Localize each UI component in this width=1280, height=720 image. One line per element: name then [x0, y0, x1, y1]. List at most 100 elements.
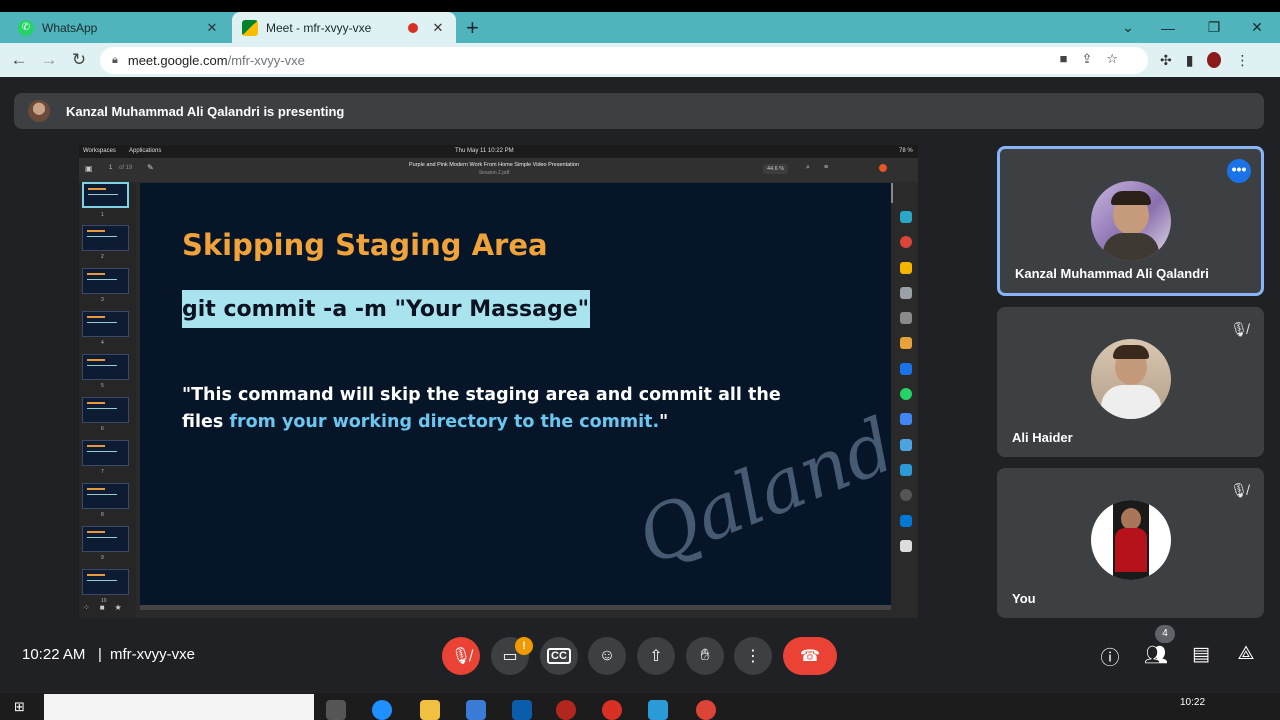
os-clock: Thu May 11 10:22 PM	[455, 148, 514, 154]
minimize-button[interactable]: —	[1148, 12, 1188, 43]
slide-thumbnail	[82, 483, 129, 509]
zoom-level: 44.6 %	[763, 164, 789, 174]
thumb-number: 1	[101, 212, 104, 218]
new-tab-button[interactable]: +	[466, 14, 479, 42]
reload-icon[interactable]: ↻	[68, 50, 90, 70]
description-end: "	[659, 412, 669, 432]
pdf-viewer-toolbar: ▣ 1 of 19 ✎ Purple and Pink Modern Work …	[79, 158, 918, 182]
taskbar-app-icon[interactable]	[556, 700, 576, 720]
slide-thumbnail	[82, 440, 129, 466]
share-icon[interactable]: ⇪	[1081, 51, 1092, 67]
thumbnail-sidebar: 1 2 3 4 5 6 7 8 9 10	[79, 182, 136, 618]
info-icon: ⓘ	[1100, 648, 1120, 669]
thumb-number: 7	[101, 469, 104, 475]
tab-whatsapp[interactable]: ✆ WhatsApp ✕	[8, 12, 230, 43]
raise-hand-button[interactable]: ✋︎	[686, 637, 724, 675]
bookmark-star-icon[interactable]: ☆	[1106, 51, 1118, 67]
participant-avatar	[1090, 339, 1171, 419]
participant-tile[interactable]: ••• Kanzal Muhammad Ali Qalandri	[997, 146, 1264, 296]
participant-count-badge: 4	[1155, 625, 1175, 643]
side-panel-icon[interactable]: ▮	[1186, 52, 1194, 69]
close-window-button[interactable]: ✕	[1237, 12, 1277, 43]
present-icon: ⇧	[649, 648, 663, 665]
extensions-puzzle-icon[interactable]: ✣	[1160, 52, 1172, 69]
url-host: meet.google.com	[127, 53, 228, 68]
dock-app-icon	[900, 261, 912, 274]
back-icon[interactable]: ←	[8, 50, 30, 70]
slide-title: Skipping Staging Area	[182, 228, 548, 262]
slide-command: git commit -a -m "Your Massage"	[182, 290, 590, 328]
taskbar-app-icon[interactable]	[648, 700, 668, 720]
task-view-icon[interactable]	[326, 700, 346, 720]
slide-thumbnail	[82, 397, 129, 423]
activities-icon: ⟁	[1237, 643, 1255, 664]
end-call-icon: ☎︎	[800, 648, 820, 665]
raise-hand-icon: ✋︎	[700, 647, 710, 664]
applications-menu: Applications	[129, 148, 162, 154]
taskbar-clock: 10:22	[1180, 697, 1206, 708]
dock-app-icon	[900, 312, 912, 325]
restore-button[interactable]: ❐	[1194, 12, 1234, 43]
taskbar-app-icon[interactable]	[602, 700, 622, 720]
dock-app-icon	[900, 539, 912, 552]
camera-in-use-icon[interactable]: ■	[1060, 51, 1068, 67]
close-tab-icon[interactable]: ✕	[430, 20, 446, 36]
chrome-taskbar-icon[interactable]	[696, 700, 716, 720]
dock-app-icon	[900, 438, 912, 451]
dock-app-icon	[900, 211, 912, 223]
workspaces-menu: Workspaces	[83, 148, 116, 154]
taskbar-app-icon[interactable]	[466, 700, 486, 720]
file-explorer-icon[interactable]	[420, 700, 440, 720]
close-tab-icon[interactable]: ✕	[204, 20, 220, 36]
address-bar[interactable]: 🔒︎ meet.google.com/mfr-xvyy-vxe ■ ⇪ ☆	[100, 47, 1148, 74]
more-options-button[interactable]: ⋮	[734, 637, 772, 675]
participant-tile[interactable]: 🎙︎̸ Ali Haider	[997, 307, 1264, 457]
slide-description: "This command will skip the staging area…	[182, 382, 822, 436]
present-now-button[interactable]: ⇧	[637, 637, 675, 675]
favorite-icon: ★	[114, 603, 122, 612]
mic-off-icon: 🎙︎̸	[1230, 482, 1248, 498]
taskbar-search-box[interactable]	[44, 694, 314, 720]
participant-name: Ali Haider	[1012, 430, 1073, 445]
windows-start-icon[interactable]: ⊞	[14, 699, 25, 715]
dock-app-icon	[900, 489, 912, 502]
edge-icon[interactable]	[372, 700, 392, 720]
chat-icon: ▤	[1192, 644, 1210, 665]
more-options-icon: ⋮	[745, 648, 761, 665]
top-black-strip	[0, 0, 1280, 12]
divider: |	[98, 646, 102, 663]
tab-search-chevron-icon[interactable]: ⌄	[1108, 12, 1148, 43]
profile-avatar[interactable]	[1207, 52, 1222, 68]
os-top-bar: Workspaces Applications Thu May 11 10:22…	[79, 145, 918, 158]
meeting-details-button[interactable]: ⓘ	[1096, 643, 1124, 670]
vscode-icon	[900, 514, 912, 527]
slide-thumbnail	[82, 311, 129, 337]
emoji-reaction-button[interactable]: ☺	[588, 637, 626, 675]
lock-icon[interactable]: 🔒︎	[112, 54, 118, 67]
emoji-icon: ☺	[598, 647, 616, 664]
slide-thumbnail	[82, 354, 129, 380]
captions-button[interactable]: CC	[540, 637, 578, 675]
browser-menu-icon[interactable]: ⋮	[1235, 52, 1249, 69]
people-button[interactable]: 👥︎	[1142, 643, 1170, 667]
dock-app-icon	[900, 337, 912, 350]
taskbar-app-icon[interactable]	[512, 700, 532, 720]
forward-icon[interactable]: →	[38, 50, 60, 70]
participant-avatar	[1090, 500, 1171, 580]
slide-thumbnail	[82, 526, 129, 552]
battery-level: 78 %	[899, 148, 913, 154]
more-options-icon[interactable]: •••	[1227, 159, 1251, 183]
viewer-search-icon: ⌕	[806, 164, 810, 171]
tab-meet[interactable]: Meet - mfr-xvyy-vxe ✕	[232, 12, 456, 43]
activities-button[interactable]: ⟁	[1232, 643, 1260, 665]
url-path: /mfr-xvyy-vxe	[227, 53, 305, 68]
mic-toggle-button[interactable]: 🎙︎̸	[442, 637, 480, 675]
leave-call-button[interactable]: ☎︎	[783, 637, 837, 675]
whatsapp-icon: ✆	[18, 19, 34, 36]
description-highlight: from your working directory to the commi…	[229, 412, 660, 432]
chat-button[interactable]: ▤	[1187, 643, 1215, 666]
slide-thumbnail	[82, 569, 129, 595]
participant-tile[interactable]: 🎙︎̸ You	[997, 468, 1264, 618]
viewer-menu-icon: ≡	[824, 164, 829, 171]
slide-thumbnail	[82, 182, 129, 208]
